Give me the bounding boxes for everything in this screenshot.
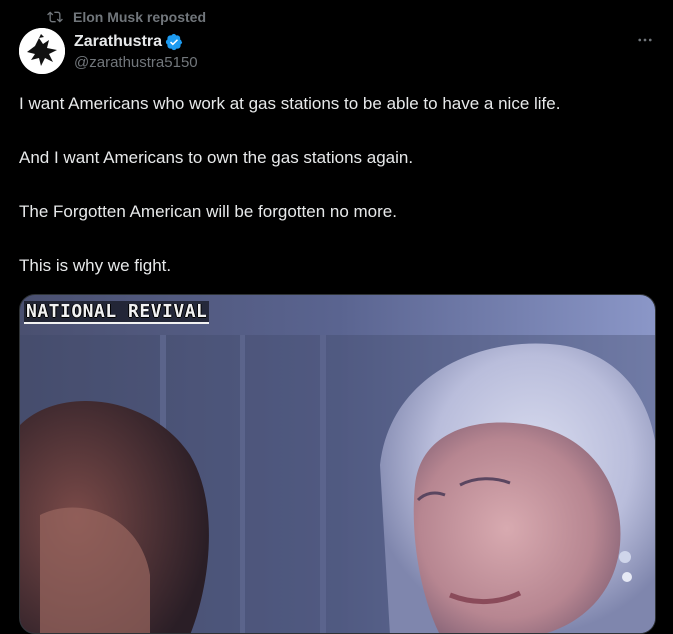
more-options-button[interactable]	[633, 30, 657, 50]
repost-label: Elon Musk reposted	[73, 9, 207, 25]
author-handle[interactable]: @zarathustra5150	[74, 54, 198, 71]
repost-context[interactable]: Elon Musk reposted	[47, 8, 206, 26]
raven-avatar	[19, 28, 65, 74]
repost-icon	[47, 11, 63, 23]
more-dots-icon	[638, 38, 652, 42]
post-paragraph: And I want Americans to own the gas stat…	[19, 148, 414, 167]
post-paragraph: I want Americans who work at gas station…	[19, 94, 561, 113]
post-paragraph: This is why we fight.	[19, 256, 172, 275]
author-display-name[interactable]: Zarathustra	[74, 33, 162, 51]
video-frame	[20, 295, 655, 633]
post-paragraph: The Forgotten American will be forgotten…	[19, 202, 397, 221]
video-caption-overlay: NATIONAL REVIVAL	[24, 301, 210, 324]
post-text: I want Americans who work at gas station…	[19, 93, 659, 309]
post-media-video[interactable]: NATIONAL REVIVAL	[19, 294, 656, 634]
verified-badge-icon	[165, 33, 183, 51]
author-block: Zarathustra @zarathustra5150	[74, 31, 198, 71]
avatar[interactable]	[19, 28, 65, 74]
